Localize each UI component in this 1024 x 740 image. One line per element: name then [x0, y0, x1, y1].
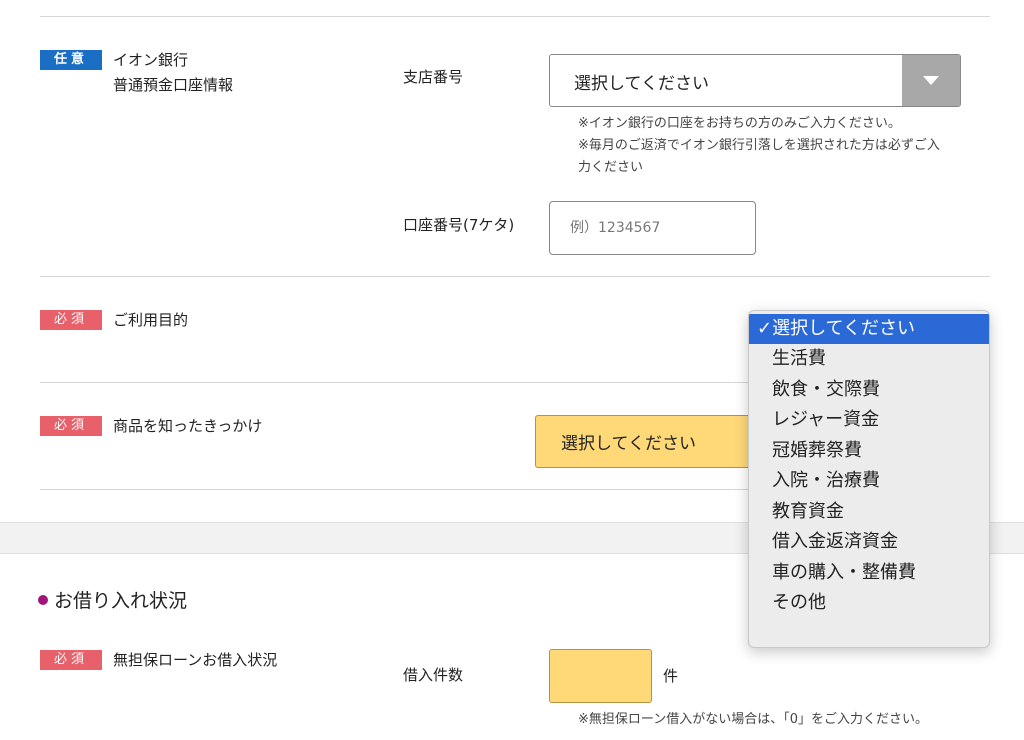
branch-note-2-line2: 力ください	[578, 160, 644, 175]
borrowing-section-heading: お借り入れ状況	[38, 588, 187, 614]
purpose-dropdown-menu[interactable]: ✓選択してください 生活費 飲食・交際費 レジャー資金 冠婚葬祭費 入院・治療費…	[748, 310, 990, 648]
menu-item-medical[interactable]: 入院・治療費	[749, 466, 989, 496]
branch-note-2-line1: ※毎月のご返済でイオン銀行引落しを選択された方は必ずご入	[578, 138, 940, 153]
menu-item-living-expenses[interactable]: 生活費	[749, 344, 989, 374]
branch-number-select[interactable]: 選択してください	[549, 54, 961, 107]
menu-item-other[interactable]: その他	[749, 588, 989, 618]
borrowing-heading-text: お借り入れ状況	[54, 590, 188, 612]
unsecured-loan-title: 無担保ローンお借入状況	[113, 651, 278, 669]
divider-top	[40, 16, 990, 17]
required-badge: 必須	[40, 416, 102, 436]
branch-number-select-value: 選択してください	[574, 74, 709, 94]
loan-count-note: ※無担保ローン借入がない場合は、「0」をご入力ください。	[578, 712, 929, 727]
required-badge: 必須	[40, 650, 102, 670]
purpose-title: ご利用目的	[113, 311, 189, 329]
loan-count-label: 借入件数	[403, 666, 464, 684]
aeon-account-title-line2: 普通預金口座情報	[113, 76, 234, 94]
chevron-down-icon	[902, 55, 960, 106]
trigger-title: 商品を知ったきっかけ	[113, 417, 263, 435]
optional-badge: 任意	[40, 50, 102, 70]
aeon-account-title-line1: イオン銀行	[113, 51, 189, 69]
menu-item-dining-social[interactable]: 飲食・交際費	[749, 375, 989, 405]
menu-item-education[interactable]: 教育資金	[749, 497, 989, 527]
menu-item-car[interactable]: 車の購入・整備費	[749, 558, 989, 588]
menu-item-ceremonial[interactable]: 冠婚葬祭費	[749, 436, 989, 466]
loan-count-input[interactable]	[549, 649, 652, 703]
menu-item-leisure[interactable]: レジャー資金	[749, 405, 989, 435]
bullet-dot-icon	[38, 594, 48, 605]
branch-note-1: ※イオン銀行の口座をお持ちの方のみご入力ください。	[578, 116, 901, 131]
divider	[40, 276, 990, 277]
account-number-input[interactable]	[549, 201, 756, 255]
required-badge: 必須	[40, 310, 102, 330]
loan-count-unit: 件	[663, 667, 679, 685]
branch-number-label: 支店番号	[403, 68, 464, 86]
trigger-select-value: 選択してください	[561, 434, 696, 454]
account-number-label: 口座番号(7ケタ)	[403, 216, 515, 234]
menu-item-debt-repayment[interactable]: 借入金返済資金	[749, 527, 989, 557]
menu-item-select-prompt[interactable]: ✓選択してください	[749, 314, 989, 344]
